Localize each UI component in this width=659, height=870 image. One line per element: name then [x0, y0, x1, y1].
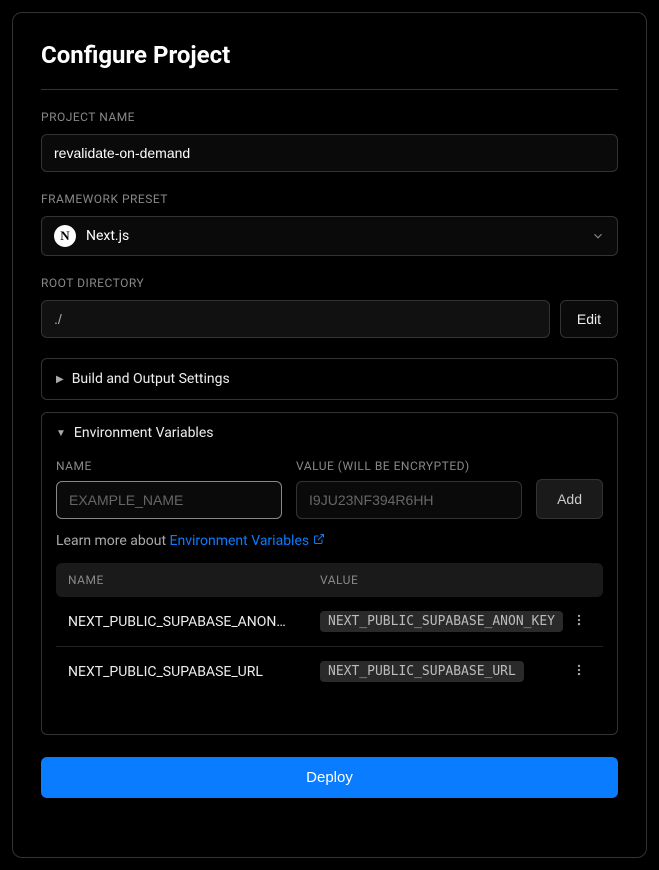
env-table-header: NAME VALUE: [56, 563, 603, 597]
framework-preset-select[interactable]: N Next.js: [41, 216, 618, 256]
external-link-icon: [313, 533, 325, 545]
root-directory-section: ROOT DIRECTORY Edit: [41, 276, 618, 338]
env-name-column: NAME: [56, 459, 282, 519]
environment-variables-toggle[interactable]: ▼ Environment Variables: [42, 413, 617, 453]
page-title: Configure Project: [41, 41, 618, 69]
env-value-column: VALUE (WILL BE ENCRYPTED): [296, 459, 522, 519]
edit-root-directory-button[interactable]: Edit: [560, 300, 618, 338]
triangle-down-icon: ▼: [56, 428, 66, 439]
env-table-header-value: VALUE: [320, 573, 591, 587]
project-name-input[interactable]: [41, 134, 618, 172]
root-directory-label: ROOT DIRECTORY: [41, 276, 618, 290]
framework-preset-section: FRAMEWORK PRESET N Next.js: [41, 192, 618, 256]
env-row-name: NEXT_PUBLIC_SUPABASE_ANON…: [68, 614, 320, 630]
configure-project-panel: Configure Project PROJECT NAME FRAMEWORK…: [12, 12, 647, 858]
env-table: NAME VALUE NEXT_PUBLIC_SUPABASE_ANON… NE…: [56, 563, 603, 696]
chevron-down-icon: [591, 229, 605, 243]
framework-preset-label: FRAMEWORK PRESET: [41, 192, 618, 206]
environment-variables-accordion: ▼ Environment Variables NAME VALUE (WILL…: [41, 412, 618, 735]
divider: [41, 89, 618, 90]
env-row-menu-button[interactable]: [567, 612, 591, 631]
build-output-toggle[interactable]: ▶ Build and Output Settings: [42, 359, 617, 399]
env-name-input[interactable]: [56, 481, 282, 519]
env-row-value: NEXT_PUBLIC_SUPABASE_ANON_KEY: [320, 611, 567, 632]
env-row-menu-button[interactable]: [567, 662, 591, 681]
nextjs-icon: N: [54, 225, 76, 247]
env-name-label: NAME: [56, 459, 282, 473]
table-row: NEXT_PUBLIC_SUPABASE_ANON… NEXT_PUBLIC_S…: [56, 597, 603, 646]
environment-variables-body: NAME VALUE (WILL BE ENCRYPTED) Add Learn…: [42, 453, 617, 734]
framework-preset-value: Next.js: [86, 228, 581, 244]
project-name-section: PROJECT NAME: [41, 110, 618, 172]
more-vertical-icon: [572, 663, 586, 677]
build-output-label: Build and Output Settings: [72, 371, 230, 387]
env-table-header-name: NAME: [68, 573, 320, 587]
build-output-accordion: ▶ Build and Output Settings: [41, 358, 618, 400]
table-row: NEXT_PUBLIC_SUPABASE_URL NEXT_PUBLIC_SUP…: [56, 646, 603, 696]
deploy-button[interactable]: Deploy: [41, 757, 618, 798]
env-value-input[interactable]: [296, 481, 522, 519]
env-value-label: VALUE (WILL BE ENCRYPTED): [296, 459, 522, 473]
learn-more-text: Learn more about Environment Variables: [56, 533, 603, 549]
add-env-button[interactable]: Add: [536, 479, 603, 519]
project-name-label: PROJECT NAME: [41, 110, 618, 124]
more-vertical-icon: [572, 613, 586, 627]
environment-variables-link[interactable]: Environment Variables: [170, 533, 325, 549]
root-directory-input: [41, 300, 550, 338]
env-row-name: NEXT_PUBLIC_SUPABASE_URL: [68, 664, 320, 680]
environment-variables-label: Environment Variables: [74, 425, 214, 441]
triangle-right-icon: ▶: [56, 374, 64, 385]
env-row-value: NEXT_PUBLIC_SUPABASE_URL: [320, 661, 567, 682]
